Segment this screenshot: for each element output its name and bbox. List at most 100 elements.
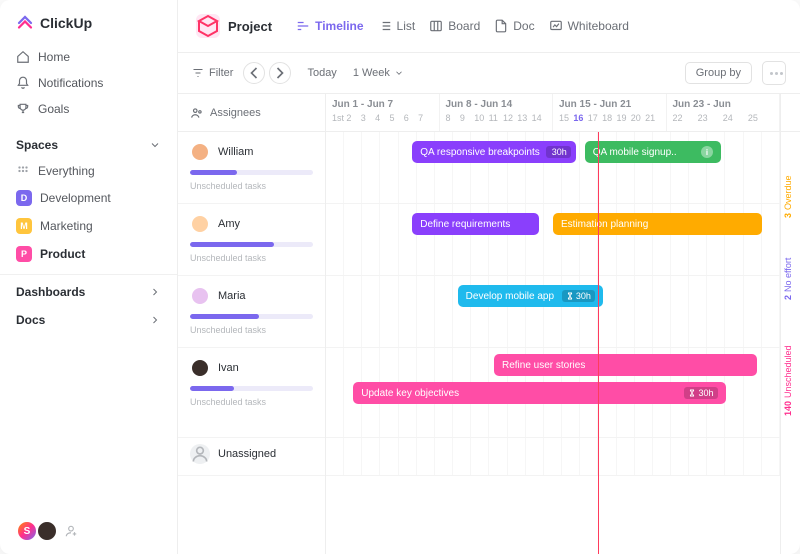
day-label: 25 bbox=[748, 113, 773, 123]
task-bar[interactable]: Update key objectives30h bbox=[353, 382, 725, 404]
timeline-icon bbox=[296, 19, 310, 33]
task-label: Estimation planning bbox=[561, 219, 648, 230]
unscheduled-badge[interactable]: 140Unscheduled bbox=[783, 345, 793, 416]
project-chip[interactable]: Project bbox=[192, 10, 282, 42]
assignee-name: Maria bbox=[218, 290, 246, 302]
chevron-right-icon bbox=[149, 314, 161, 326]
chevron-down-icon bbox=[149, 139, 161, 151]
sidebar: ClickUp Home Notifications Goals Spaces … bbox=[0, 0, 178, 554]
topbar: Project Timeline List Board Doc bbox=[178, 0, 800, 53]
task-bar[interactable]: QA mobile signup..i bbox=[585, 141, 721, 163]
toolbar: Filter Today 1 Week Group by bbox=[178, 53, 800, 94]
assignee-row-unassigned[interactable]: Unassigned bbox=[178, 438, 325, 476]
day-label: 5 bbox=[389, 113, 403, 123]
grid-icon bbox=[16, 164, 30, 178]
nav-goals[interactable]: Goals bbox=[0, 96, 177, 122]
prev-button[interactable] bbox=[243, 62, 265, 84]
week-column: Jun 15 - Jun 2115161718192021 bbox=[553, 94, 667, 131]
day-label: 7 bbox=[418, 113, 432, 123]
home-icon bbox=[16, 50, 30, 64]
range-button[interactable]: 1 Week bbox=[353, 67, 404, 79]
view-tab-whiteboard-label: Whiteboard bbox=[568, 19, 629, 33]
lane: Define requirements Estimation planning bbox=[326, 204, 780, 276]
day-label: 24 bbox=[723, 113, 748, 123]
spaces-header[interactable]: Spaces bbox=[0, 130, 177, 158]
workload-bar bbox=[190, 386, 313, 391]
week-label: Jun 1 - Jun 7 bbox=[332, 99, 433, 110]
task-bar[interactable]: Estimation planning bbox=[553, 213, 762, 235]
task-bar[interactable]: Define requirements bbox=[412, 213, 539, 235]
assignee-row[interactable]: William Unscheduled tasks bbox=[178, 132, 325, 204]
user-stack[interactable]: S bbox=[0, 508, 177, 554]
clickup-logo-icon bbox=[16, 14, 34, 32]
task-estimate: 30h bbox=[562, 290, 595, 302]
assignee-list: William Unscheduled tasks Amy Unschedule… bbox=[178, 132, 326, 554]
day-label: 6 bbox=[404, 113, 418, 123]
unscheduled-label: Unscheduled tasks bbox=[190, 253, 313, 263]
nav-home-label: Home bbox=[38, 50, 70, 64]
dashboards-header[interactable]: Dashboards bbox=[0, 274, 177, 305]
view-tab-timeline[interactable]: Timeline bbox=[296, 19, 363, 33]
avatar bbox=[190, 142, 210, 162]
day-label: 3 bbox=[361, 113, 375, 123]
view-tab-list[interactable]: List bbox=[378, 19, 416, 33]
day-label: 19 bbox=[616, 113, 630, 123]
day-label: 16 bbox=[573, 113, 587, 123]
week-column: Jun 1 - Jun 71st234567 bbox=[326, 94, 440, 131]
add-user-icon[interactable] bbox=[64, 524, 78, 538]
space-marketing[interactable]: M Marketing bbox=[0, 212, 177, 240]
space-product[interactable]: P Product bbox=[0, 240, 177, 268]
nav-home[interactable]: Home bbox=[0, 44, 177, 70]
more-menu-button[interactable] bbox=[762, 61, 786, 85]
task-bar[interactable]: QA responsive breakpoints30h bbox=[412, 141, 575, 163]
person-icon bbox=[190, 444, 210, 464]
docs-header[interactable]: Docs bbox=[0, 305, 177, 333]
project-label: Project bbox=[228, 19, 272, 34]
week-label: Jun 8 - Jun 14 bbox=[446, 99, 547, 110]
filter-button[interactable]: Filter bbox=[192, 67, 233, 79]
today-button[interactable]: Today bbox=[301, 67, 342, 79]
space-product-label: Product bbox=[40, 247, 85, 261]
group-by-button[interactable]: Group by bbox=[685, 62, 752, 84]
nav-primary: Home Notifications Goals bbox=[0, 42, 177, 130]
bell-icon bbox=[16, 76, 30, 90]
view-tab-board[interactable]: Board bbox=[429, 19, 480, 33]
logo[interactable]: ClickUp bbox=[0, 0, 177, 42]
space-product-badge: P bbox=[16, 246, 32, 262]
week-label: Jun 15 - Jun 21 bbox=[559, 99, 660, 110]
overdue-badge[interactable]: 3Overdue bbox=[783, 175, 793, 218]
space-development[interactable]: D Development bbox=[0, 184, 177, 212]
assignee-row[interactable]: Amy Unscheduled tasks bbox=[178, 204, 325, 276]
day-label: 21 bbox=[645, 113, 659, 123]
unscheduled-label: Unscheduled tasks bbox=[190, 325, 313, 335]
assignee-row[interactable]: Ivan Unscheduled tasks bbox=[178, 348, 325, 438]
dashboards-header-label: Dashboards bbox=[16, 285, 85, 299]
task-label: Update key objectives bbox=[361, 388, 459, 399]
trophy-icon bbox=[16, 102, 30, 116]
assignees-header[interactable]: Assignees bbox=[178, 94, 326, 131]
view-tabs: Timeline List Board Doc Whiteboard bbox=[296, 19, 629, 33]
day-label: 15 bbox=[559, 113, 573, 123]
main: Project Timeline List Board Doc bbox=[178, 0, 800, 554]
view-tab-doc[interactable]: Doc bbox=[494, 19, 534, 33]
day-label: 8 bbox=[446, 113, 460, 123]
nav-notifications[interactable]: Notifications bbox=[0, 70, 177, 96]
task-label: QA responsive breakpoints bbox=[420, 147, 540, 158]
unscheduled-label: Unscheduled tasks bbox=[190, 181, 313, 191]
view-tab-whiteboard[interactable]: Whiteboard bbox=[549, 19, 629, 33]
next-button[interactable] bbox=[269, 62, 291, 84]
view-tab-list-label: List bbox=[397, 19, 416, 33]
task-bar[interactable]: Develop mobile app30h bbox=[458, 285, 603, 307]
lane: QA responsive breakpoints30h QA mobile si… bbox=[326, 132, 780, 204]
workload-bar bbox=[190, 170, 313, 175]
assignee-row[interactable]: Maria Unscheduled tasks bbox=[178, 276, 325, 348]
range-label: 1 Week bbox=[353, 67, 390, 79]
day-label: 9 bbox=[460, 113, 474, 123]
nav-goals-label: Goals bbox=[38, 102, 69, 116]
task-bar[interactable]: Refine user stories bbox=[494, 354, 757, 376]
space-everything[interactable]: Everything bbox=[0, 158, 177, 184]
week-column: Jun 23 - Jun22232425 bbox=[667, 94, 781, 131]
timeline-body: William Unscheduled tasks Amy Unschedule… bbox=[178, 132, 800, 554]
noeffort-badge[interactable]: 2No effort bbox=[783, 258, 793, 300]
timeline-header: Assignees Jun 1 - Jun 71st234567 Jun 8 - … bbox=[178, 94, 800, 132]
